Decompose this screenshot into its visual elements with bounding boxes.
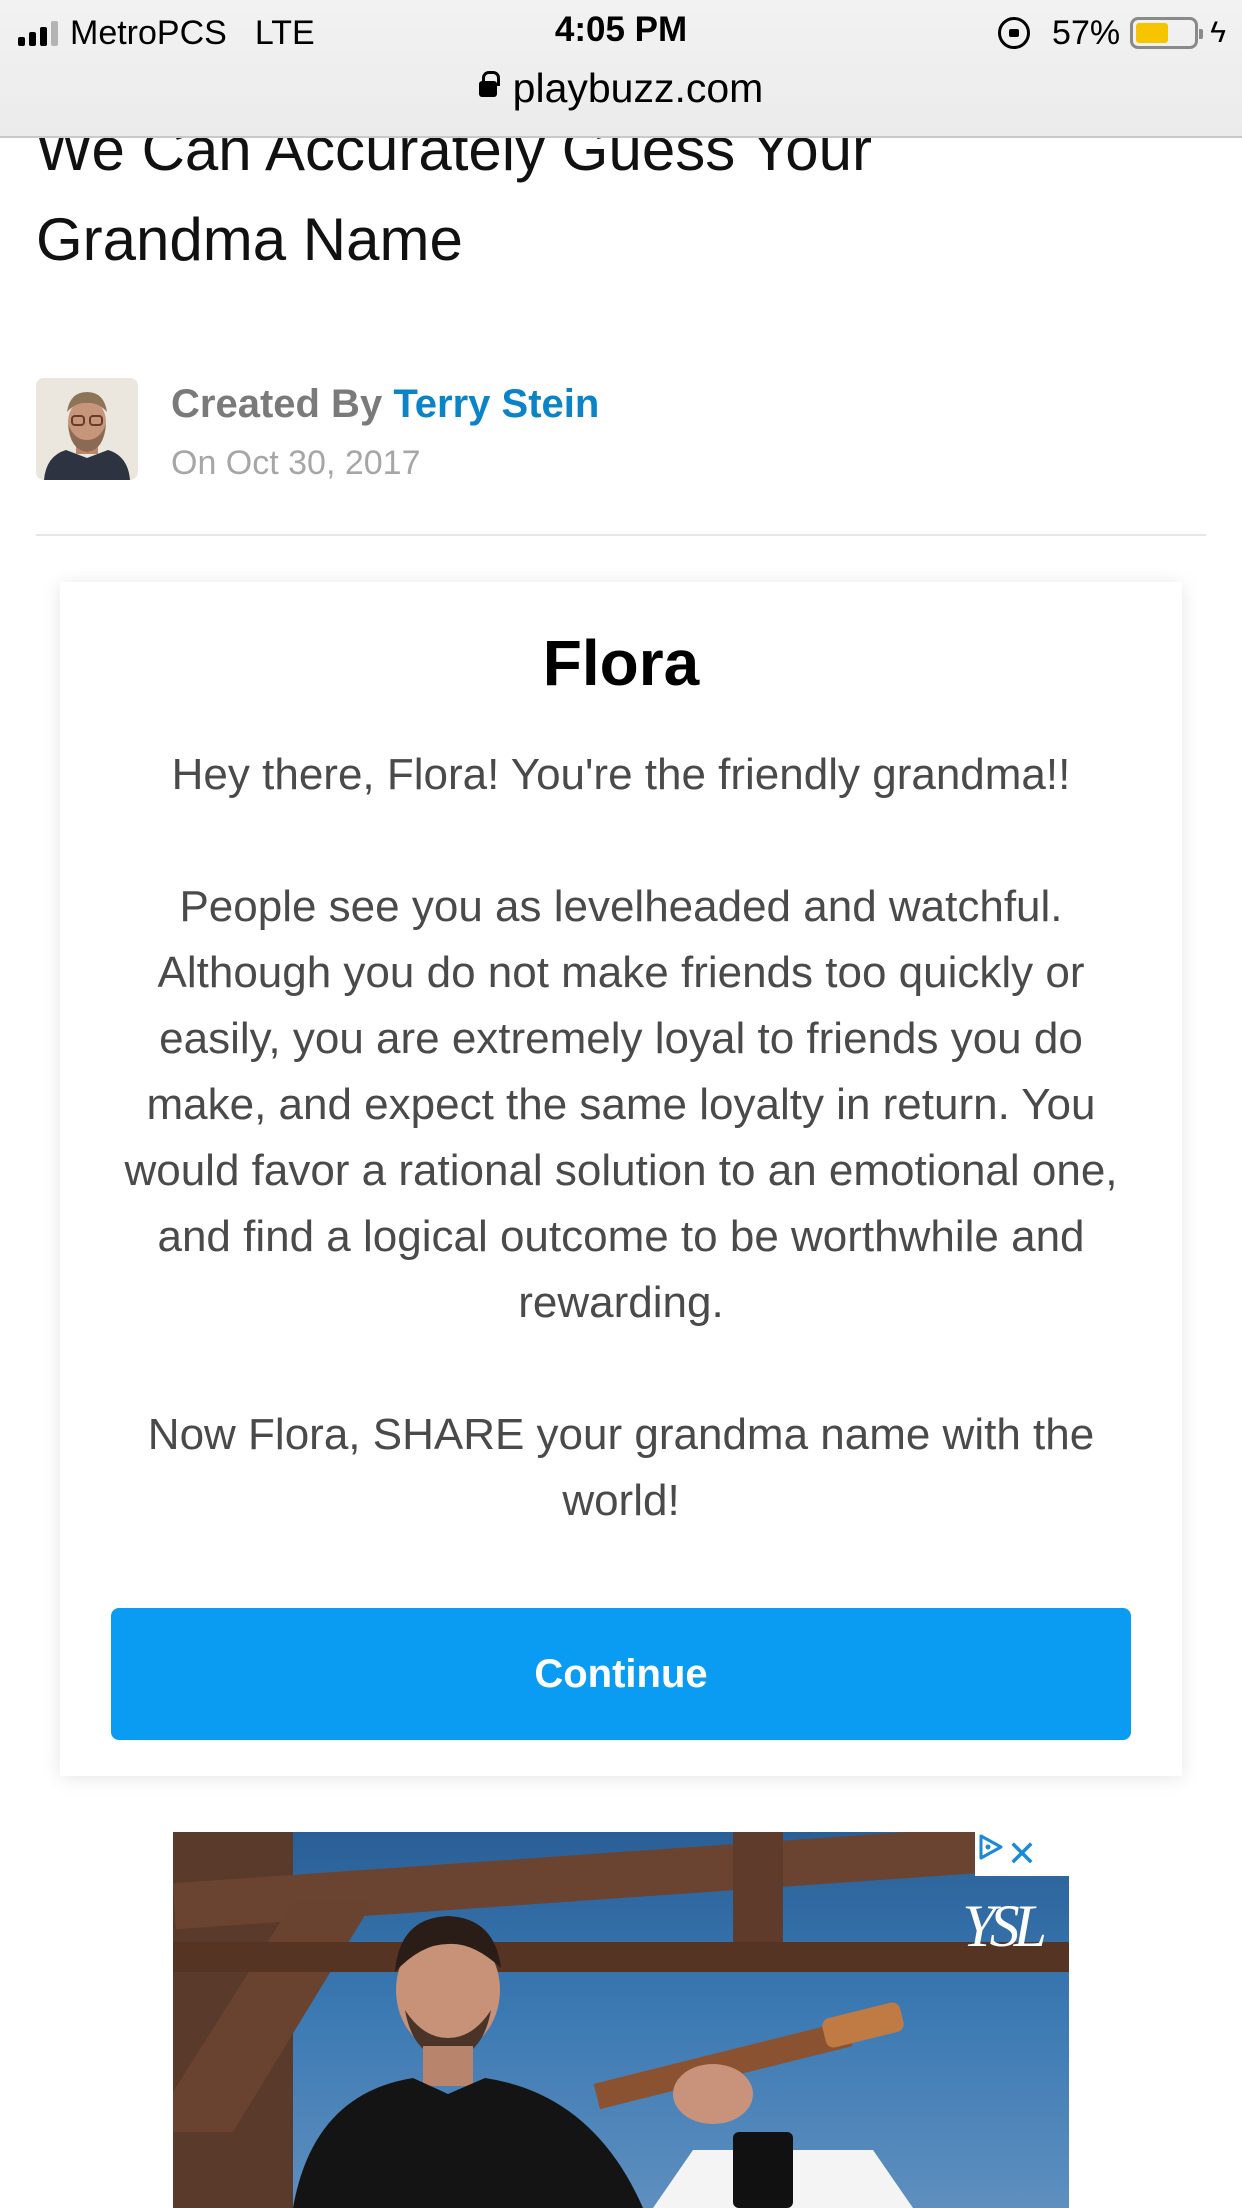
author-name-link[interactable]: Terry Stein [393, 382, 599, 426]
ad-close-icon[interactable]: ✕ [1007, 1836, 1037, 1872]
url-text[interactable]: playbuzz.com [513, 65, 764, 112]
advertisement[interactable]: YSL ✕ [173, 1832, 1069, 2208]
continue-button[interactable]: Continue [111, 1608, 1131, 1740]
result-paragraph: Hey there, Flora! You're the friendly gr… [171, 750, 1071, 799]
author-block: Created By Terry Stein On Oct 30, 2017 [36, 378, 1206, 482]
lock-icon [478, 71, 500, 101]
orientation-lock-icon [998, 17, 1031, 49]
author-credit: Created By Terry Stein [171, 382, 599, 427]
result-title: Flora [542, 627, 700, 699]
result-paragraph: Now Flora, SHARE your grandma name with … [147, 1410, 1095, 1525]
ad-brand-logo: YSL [962, 1893, 1047, 1959]
ad-image [173, 1832, 1069, 2208]
battery-level [1136, 23, 1169, 43]
author-avatar[interactable] [36, 378, 138, 480]
charging-icon: ϟ [1210, 16, 1226, 49]
battery-icon [1130, 17, 1204, 49]
result-paragraph: People see you as levelheaded and watchf… [124, 882, 1118, 1327]
battery-percent: 57% [1052, 13, 1121, 52]
ad-choices[interactable]: ✕ [975, 1832, 1069, 1876]
divider [36, 534, 1206, 536]
result-description: Hey there, Flora! You're the friendly gr… [104, 742, 1138, 1600]
publish-date: On Oct 30, 2017 [171, 444, 421, 482]
created-by-label: Created By [171, 382, 383, 426]
status-bar: MetroPCS LTE 4:05 PM 57% ϟ playbuzz.com [0, 0, 1242, 138]
address-bar[interactable]: playbuzz.com [0, 58, 1242, 118]
status-right: 57% ϟ [998, 12, 1226, 54]
result-card: Flora Hey there, Flora! You're the frien… [60, 582, 1182, 1776]
adchoices-icon[interactable] [975, 1832, 1005, 1862]
